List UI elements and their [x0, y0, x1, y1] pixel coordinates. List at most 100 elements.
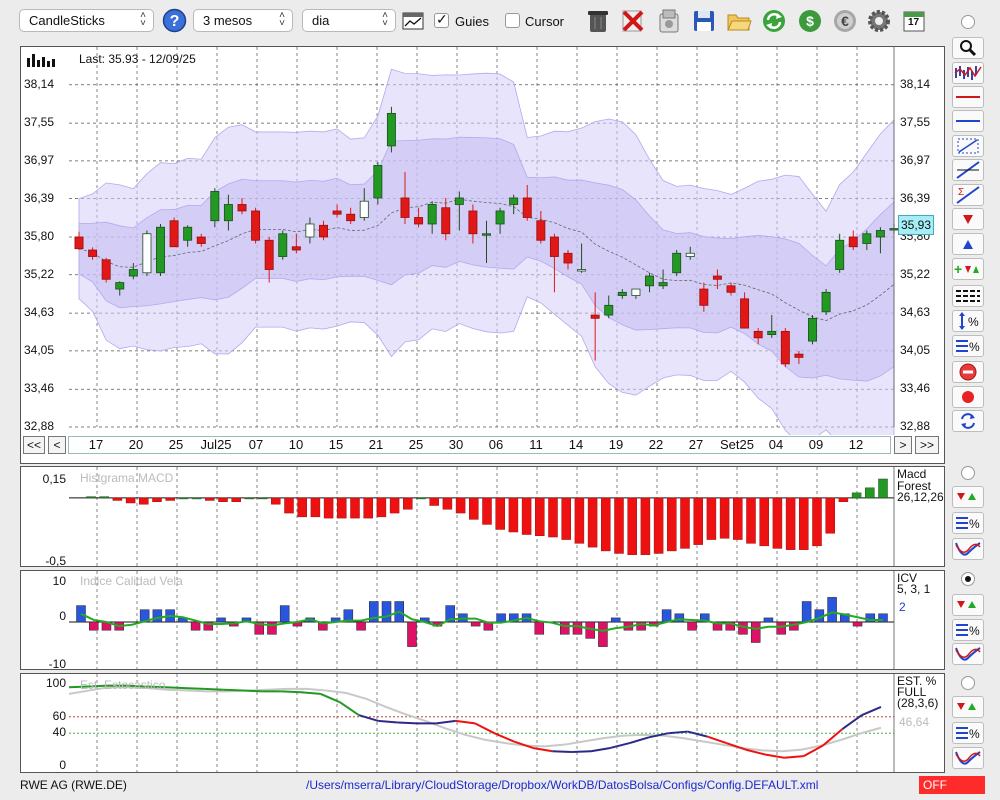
stochastic-k-segment [590, 746, 611, 753]
grid-lines-button[interactable] [952, 285, 984, 307]
off-status-badge[interactable]: OFF [919, 776, 985, 794]
nav-next-label: > [899, 438, 907, 452]
trash-icon[interactable] [584, 7, 611, 34]
add-indicator-button[interactable]: + [952, 258, 984, 280]
svg-text:%: % [969, 340, 980, 354]
cursor-checkbox[interactable] [505, 13, 520, 28]
lines-percent-icon: % [956, 517, 980, 531]
open-folder-icon[interactable] [725, 7, 752, 34]
icv-move-button[interactable] [952, 594, 984, 616]
horizontal-line-red-button[interactable] [952, 86, 984, 108]
candle-body [468, 210, 478, 235]
swap-button[interactable] [952, 410, 984, 432]
macd-percent-button[interactable]: % [952, 512, 984, 534]
macd-bar [535, 497, 545, 537]
guides-checkbox[interactable] [434, 11, 449, 28]
price-y-label-right: 34,63 [900, 305, 931, 320]
stochastic-k-segment [552, 750, 572, 754]
channel-button[interactable] [952, 135, 984, 157]
move-down-button[interactable] [952, 208, 984, 230]
icv-bar [610, 617, 621, 623]
magnifier-icon [960, 40, 977, 57]
fibonacci-button[interactable]: Σ [952, 184, 984, 206]
chart-type-select[interactable]: CandleSticks ˄ ˅ [19, 9, 154, 32]
candle-body [631, 288, 641, 296]
stochastic-curve-button[interactable] [952, 747, 984, 769]
nav-prev-button[interactable]: < [48, 436, 66, 454]
save-as-icon[interactable] [655, 7, 682, 34]
help-icon[interactable]: ? [161, 7, 188, 34]
svg-text:+: + [954, 261, 962, 277]
price-chart[interactable] [21, 47, 944, 435]
icv-percent-button[interactable]: % [952, 619, 984, 641]
bar-style-button[interactable] [952, 62, 984, 84]
svg-text:%: % [969, 517, 980, 531]
nav-next-button[interactable]: > [894, 436, 912, 454]
refresh-icon[interactable] [760, 7, 787, 34]
euro-icon[interactable]: € [831, 7, 858, 34]
price-y-label-right: 35,22 [900, 266, 931, 281]
candle-body [726, 285, 736, 293]
svg-text:%: % [968, 315, 979, 329]
candle-body [346, 213, 356, 222]
panel-radio-stochastic[interactable] [961, 676, 975, 690]
date-tick-label: 12 [848, 437, 864, 452]
stochastic-legend-value: 46,64 [899, 715, 930, 729]
svg-text:$: $ [806, 13, 814, 29]
price-y-label-left: 34,05 [24, 342, 55, 357]
period-select[interactable]: 3 mesos ˄ ˅ [193, 9, 293, 32]
panel-radio-macd[interactable] [961, 466, 975, 480]
stochastic-k-segment [474, 722, 495, 735]
arrow-down-red-icon [963, 215, 973, 224]
candle-body [115, 282, 125, 290]
candle-body [291, 246, 301, 251]
save-icon[interactable] [690, 7, 717, 34]
zoom-button[interactable] [952, 37, 984, 59]
last-price-value: 35,93 [901, 218, 932, 232]
down-up-arrows-icon [957, 703, 976, 710]
candle-body [88, 249, 98, 257]
stochastic-k-segment [184, 687, 205, 690]
calendar-icon[interactable]: 17 [900, 7, 927, 34]
percent-range-button[interactable]: % [952, 310, 984, 332]
nav-last-button[interactable]: >> [915, 436, 939, 454]
price-y-label-left: 35,22 [24, 266, 55, 281]
trendline-button[interactable] [952, 159, 984, 181]
down-up-arrows-icon [957, 493, 976, 500]
currency-refresh-icon[interactable]: $ [796, 7, 823, 34]
candle-body [454, 197, 464, 205]
symbol-label: RWE AG (RWE.DE) [20, 778, 127, 792]
horizontal-line-blue-button[interactable] [952, 110, 984, 132]
macd-bar [812, 497, 822, 547]
candle-body [183, 226, 193, 241]
move-up-button[interactable] [952, 233, 984, 255]
macd-move-button[interactable] [952, 486, 984, 508]
curve-icon [955, 751, 981, 765]
date-tick-label: 11 [529, 437, 543, 452]
nav-first-label: << [26, 438, 41, 452]
macd-curve-button[interactable] [952, 538, 984, 560]
macd-bar [86, 496, 96, 499]
panel-radio-main[interactable] [961, 15, 975, 29]
candle-body [319, 224, 328, 238]
percent-lines-button[interactable]: % [952, 335, 984, 357]
price-panel[interactable] [20, 46, 945, 464]
nav-first-button[interactable]: << [23, 436, 45, 454]
stochastic-percent-button[interactable]: % [952, 722, 984, 744]
blue-line-icon [956, 120, 980, 122]
chart-window-icon[interactable] [400, 7, 426, 34]
macd-bar [851, 492, 862, 499]
icv-curve-button[interactable] [952, 643, 984, 665]
stochastic-move-button[interactable] [952, 696, 984, 718]
gear-icon[interactable] [865, 7, 892, 34]
config-path-link[interactable]: /Users/mserra/Library/CloudStorage/Dropb… [306, 778, 818, 792]
delete-icon[interactable] [619, 7, 646, 34]
record-button[interactable] [952, 386, 984, 408]
price-y-label-right: 36,97 [900, 152, 931, 167]
macd-bar [244, 497, 255, 500]
candle-body [563, 252, 573, 264]
stop-button[interactable] [952, 361, 984, 383]
date-tick-label: 25 [168, 437, 184, 452]
panel-radio-icv[interactable] [961, 572, 975, 586]
interval-select[interactable]: dia ˄ ˅ [302, 9, 396, 32]
